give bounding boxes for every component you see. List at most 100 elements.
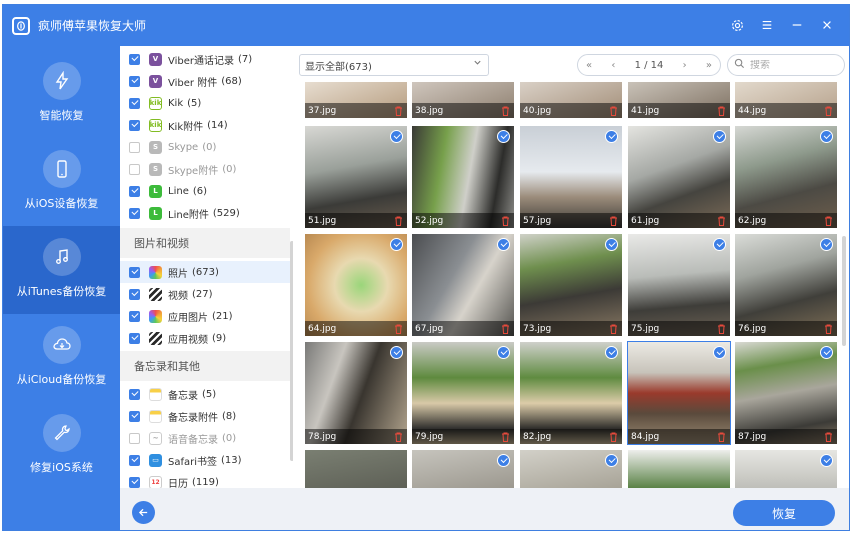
checkbox[interactable] [129, 141, 140, 153]
filter-dropdown[interactable]: 显示全部(673) [299, 54, 489, 76]
category-row[interactable]: 照片 (673) [120, 261, 290, 283]
photo-thumbnail[interactable]: 51.jpg [305, 126, 407, 228]
photo-thumbnail[interactable]: 76.jpg [735, 234, 837, 336]
nav-item-icloud-backup[interactable]: 从iCloud备份恢复 [3, 314, 120, 402]
selected-check-icon[interactable] [497, 130, 510, 143]
photo-thumbnail[interactable]: 38.jpg [412, 82, 514, 118]
trash-icon[interactable] [394, 216, 403, 226]
photo-thumbnail[interactable] [520, 450, 622, 488]
first-page-icon[interactable]: « [586, 60, 592, 71]
photo-thumbnail[interactable]: 79.jpg [412, 342, 514, 444]
selected-check-icon[interactable] [497, 346, 510, 359]
category-row[interactable]: S Skype (0) [120, 136, 290, 158]
trash-icon[interactable] [501, 106, 510, 116]
checkbox[interactable] [129, 332, 140, 344]
last-page-icon[interactable]: » [706, 60, 712, 71]
trash-icon[interactable] [824, 324, 833, 334]
checkbox[interactable] [129, 97, 140, 109]
minimize-icon[interactable] [789, 17, 805, 33]
photo-thumbnail[interactable]: 57.jpg [520, 126, 622, 228]
trash-icon[interactable] [717, 106, 726, 116]
selected-check-icon[interactable] [497, 454, 510, 467]
selected-check-icon[interactable] [713, 130, 726, 143]
checkbox[interactable] [129, 119, 140, 131]
category-row[interactable]: 应用图片 (21) [120, 305, 290, 327]
checkbox[interactable] [129, 207, 140, 219]
close-icon[interactable] [819, 17, 835, 33]
photo-thumbnail[interactable]: 52.jpg [412, 126, 514, 228]
photo-thumbnail[interactable]: 61.jpg [628, 126, 730, 228]
photo-thumbnail[interactable] [735, 450, 837, 488]
checkbox[interactable] [129, 310, 140, 322]
nav-item-itunes-backup[interactable]: 从iTunes备份恢复 [3, 226, 120, 314]
trash-icon[interactable] [824, 216, 833, 226]
photo-thumbnail[interactable]: 64.jpg [305, 234, 407, 336]
category-row[interactable]: 备忘录附件 (8) [120, 405, 290, 427]
selected-check-icon[interactable] [497, 238, 510, 251]
trash-icon[interactable] [394, 432, 403, 442]
nav-item-smart-recovery[interactable]: 智能恢复 [3, 50, 120, 138]
trash-icon[interactable] [501, 216, 510, 226]
selected-check-icon[interactable] [605, 346, 618, 359]
recover-button[interactable]: 恢复 [733, 500, 835, 526]
prev-page-icon[interactable]: ‹ [611, 60, 615, 71]
photo-grid-scrollbar[interactable] [842, 236, 846, 346]
nav-item-ios-device[interactable]: 从iOS设备恢复 [3, 138, 120, 226]
checkbox[interactable] [129, 53, 140, 65]
selected-check-icon[interactable] [390, 238, 403, 251]
selected-check-icon[interactable] [605, 130, 618, 143]
selected-check-icon[interactable] [390, 130, 403, 143]
selected-check-icon[interactable] [390, 346, 403, 359]
checkbox[interactable] [129, 388, 140, 400]
photo-thumbnail[interactable]: 41.jpg [628, 82, 730, 118]
photo-thumbnail[interactable]: 44.jpg [735, 82, 837, 118]
category-row[interactable]: L Line附件 (529) [120, 202, 290, 224]
selected-check-icon[interactable] [605, 454, 618, 467]
trash-icon[interactable] [394, 324, 403, 334]
category-row[interactable]: V Viber 附件 (68) [120, 70, 290, 92]
checkbox[interactable] [129, 476, 140, 488]
checkbox[interactable] [129, 185, 140, 197]
category-row[interactable]: 备忘录 (5) [120, 383, 290, 405]
trash-icon[interactable] [394, 106, 403, 116]
trash-icon[interactable] [501, 432, 510, 442]
trash-icon[interactable] [717, 216, 726, 226]
photo-thumbnail[interactable]: 37.jpg [305, 82, 407, 118]
category-row[interactable]: L Line (6) [120, 180, 290, 202]
menu-icon[interactable] [759, 17, 775, 33]
nav-item-repair-ios[interactable]: 修复iOS系统 [3, 402, 120, 490]
selected-check-icon[interactable] [820, 346, 833, 359]
category-row[interactable]: V Viber通话记录 (7) [120, 48, 290, 70]
photo-thumbnail[interactable]: 62.jpg [735, 126, 837, 228]
checkbox[interactable] [129, 410, 140, 422]
next-page-icon[interactable]: › [683, 60, 687, 71]
selected-check-icon[interactable] [605, 238, 618, 251]
search-input[interactable] [750, 59, 830, 71]
photo-thumbnail[interactable]: 82.jpg [520, 342, 622, 444]
category-row[interactable]: 应用视频 (9) [120, 327, 290, 349]
photo-thumbnail[interactable]: 40.jpg [520, 82, 622, 118]
photo-thumbnail[interactable]: 78.jpg [305, 342, 407, 444]
trash-icon[interactable] [717, 324, 726, 334]
photo-thumbnail[interactable]: 67.jpg [412, 234, 514, 336]
category-row[interactable]: ~ 语音备忘录 (0) [120, 427, 290, 449]
back-button[interactable] [132, 501, 155, 524]
photo-thumbnail[interactable]: 75.jpg [628, 234, 730, 336]
photo-thumbnail[interactable] [305, 450, 407, 488]
checkbox[interactable] [129, 75, 140, 87]
trash-icon[interactable] [609, 106, 618, 116]
category-row[interactable]: S Skype附件 (0) [120, 158, 290, 180]
gear-icon[interactable] [729, 17, 745, 33]
category-row[interactable]: 12 日历 (119) [120, 471, 290, 488]
selected-check-icon[interactable] [820, 454, 833, 467]
category-row[interactable]: 视频 (27) [120, 283, 290, 305]
checkbox[interactable] [129, 288, 140, 300]
category-row[interactable]: kik Kik附件 (14) [120, 114, 290, 136]
trash-icon[interactable] [824, 106, 833, 116]
trash-icon[interactable] [609, 324, 618, 334]
selected-check-icon[interactable] [820, 130, 833, 143]
photo-thumbnail[interactable]: 84.jpg [627, 341, 731, 445]
selected-check-icon[interactable] [713, 238, 726, 251]
trash-icon[interactable] [501, 324, 510, 334]
trash-icon[interactable] [609, 432, 618, 442]
